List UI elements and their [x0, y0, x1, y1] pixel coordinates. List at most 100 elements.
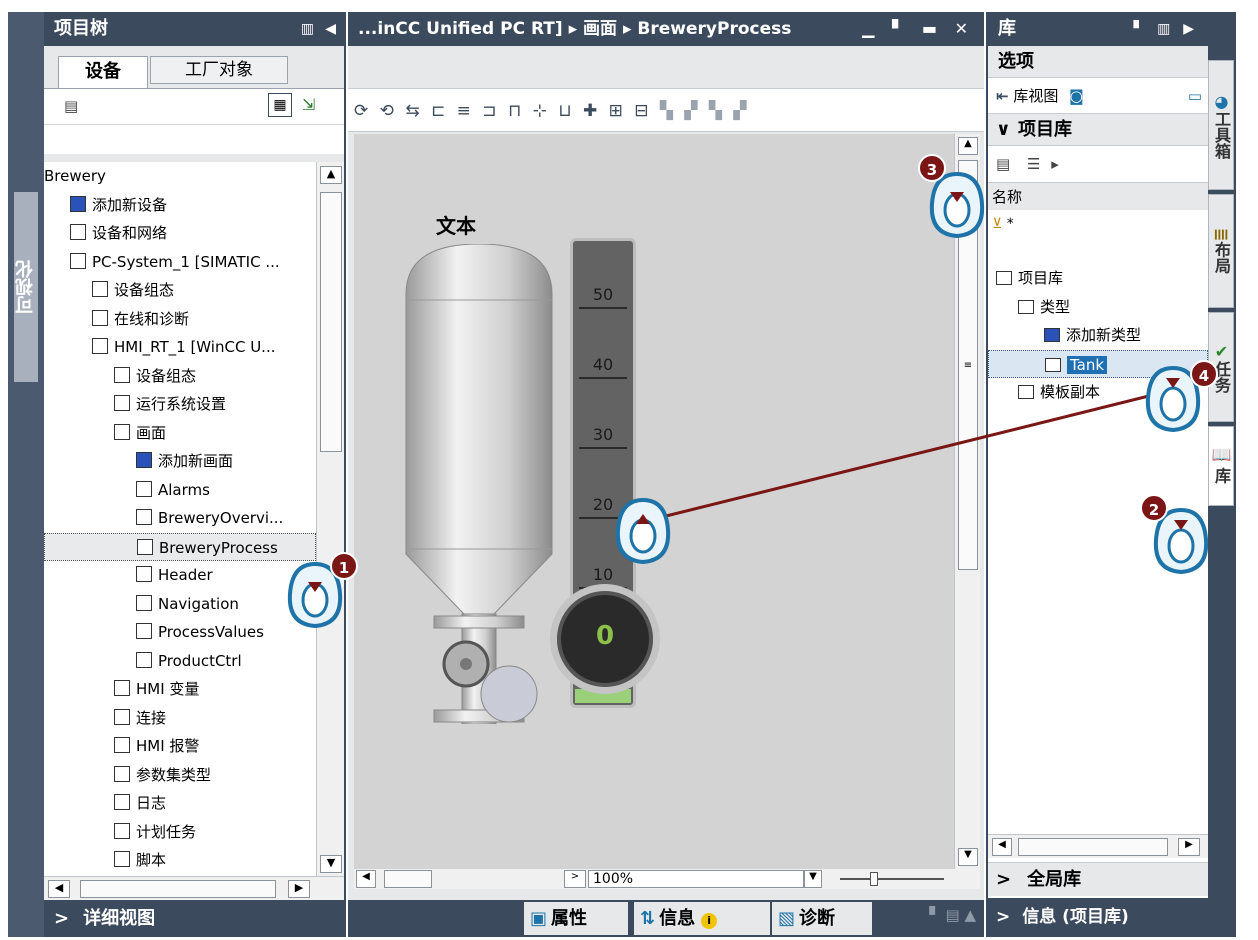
- align-bottom-icon[interactable]: ⊔: [558, 101, 574, 121]
- flip-icon[interactable]: ⇆: [405, 101, 422, 121]
- library-hscroll[interactable]: ◀ ▶: [988, 834, 1208, 858]
- tree-item[interactable]: 画面: [44, 419, 316, 447]
- overview-icon[interactable]: ▦: [268, 93, 292, 117]
- visualization-side-tab[interactable]: 可视化: [8, 12, 44, 937]
- tree-item[interactable]: HMI 变量: [44, 675, 316, 703]
- detail-view-bar[interactable]: > 详细视图: [44, 900, 344, 937]
- tree-item[interactable]: 脚本: [44, 846, 316, 874]
- tree-item[interactable]: 参数集类型: [44, 761, 316, 789]
- lib-scroll-left-icon[interactable]: ◀: [992, 838, 1012, 856]
- align-middle-icon[interactable]: ⊹: [533, 101, 550, 121]
- text-object[interactable]: 文本: [436, 210, 476, 239]
- tree-item[interactable]: 设备和网络: [44, 219, 316, 247]
- scroll-right-icon[interactable]: ▶: [288, 880, 310, 898]
- zoom-select[interactable]: 100%: [588, 870, 804, 888]
- window-controls-icon[interactable]: ▁ ▘ ▬ ✕: [862, 12, 974, 46]
- library-tree-item[interactable]: 类型: [988, 293, 1208, 321]
- tree-horizontal-scrollbar[interactable]: ◀ ▶: [44, 876, 344, 900]
- inspector-controls-icon[interactable]: ▘ ▤ ▲: [929, 906, 976, 924]
- forward-icon[interactable]: ▚: [709, 101, 725, 121]
- library-view-button[interactable]: 库视图: [1013, 87, 1058, 105]
- canvas-scroll-left-icon[interactable]: ◀: [356, 870, 376, 888]
- properties-tab[interactable]: ▣ 属性: [524, 902, 628, 935]
- send-back-icon[interactable]: ▞: [684, 101, 700, 121]
- scroll-up-icon[interactable]: ▲: [320, 166, 342, 184]
- pin-icon[interactable]: ▥: [301, 12, 314, 46]
- filter-row[interactable]: ⊻ *: [988, 210, 1208, 238]
- info-tab[interactable]: ⇅ 信息 i: [634, 902, 770, 935]
- align-center-icon[interactable]: ≡: [457, 101, 474, 121]
- details-toolbar-icon[interactable]: ☰: [1027, 155, 1040, 173]
- rotate-right-icon[interactable]: ⟳: [354, 101, 371, 121]
- tree-item[interactable]: BreweryProcess: [44, 532, 316, 561]
- center-icon[interactable]: ✚: [583, 101, 600, 121]
- canvas-hscroll-thumb[interactable]: [384, 870, 432, 888]
- tree-item[interactable]: Brewery: [44, 162, 316, 190]
- tree-item[interactable]: HMI 报警: [44, 732, 316, 760]
- tree-item[interactable]: ProductCtrl: [44, 647, 316, 675]
- scroll-thumb[interactable]: [320, 192, 342, 452]
- tree-item[interactable]: 在线和诊断: [44, 305, 316, 333]
- lib-hscroll-thumb[interactable]: [1018, 838, 1168, 856]
- project-library-title[interactable]: ∨ 项目库: [988, 114, 1208, 146]
- more-icon[interactable]: ▸: [1051, 155, 1059, 173]
- tree-vertical-scrollbar[interactable]: ▲ ▼: [316, 162, 344, 877]
- rotate-left-icon[interactable]: ⟲: [380, 101, 397, 121]
- tree-item[interactable]: 日志: [44, 789, 316, 817]
- tree-item[interactable]: HMI_RT_1 [WinCC U...: [44, 333, 316, 361]
- filter-icon[interactable]: ⊻: [992, 216, 1002, 232]
- tree-item[interactable]: ProcessValues: [44, 618, 316, 646]
- tree-item[interactable]: PC-System_1 [SIMATIC ...: [44, 248, 316, 276]
- backward-icon[interactable]: ▞: [733, 101, 749, 121]
- tab-layout[interactable]: ≣布局: [1208, 194, 1234, 308]
- panel-layout-icon[interactable]: ▭: [1188, 78, 1202, 114]
- hscroll-thumb[interactable]: [80, 880, 276, 898]
- tree-item[interactable]: Header: [44, 561, 316, 589]
- add-type-toolbar-icon[interactable]: ▤: [996, 155, 1010, 173]
- same-height-icon[interactable]: ⊟: [634, 101, 651, 121]
- alignment-toolbar[interactable]: ⟳ ⟲ ⇆ ⊏ ≡ ⊐ ⊓ ⊹ ⊔ ✚ ⊞ ⊟ ▚ ▞ ▚ ▞: [348, 88, 984, 132]
- add-device-toolbar-icon[interactable]: ▤: [64, 97, 78, 115]
- tree-item[interactable]: 运行系统设置: [44, 390, 316, 418]
- canvas-scroll-up-icon[interactable]: ▲: [958, 137, 978, 155]
- align-left-icon[interactable]: ⊏: [431, 101, 448, 121]
- tree-item[interactable]: 设备组态: [44, 276, 316, 304]
- tab-plant-objects[interactable]: 工厂对象: [150, 56, 288, 84]
- tank-object[interactable]: [404, 244, 554, 724]
- tree-item[interactable]: 计划任务: [44, 818, 316, 846]
- diagnostics-tab[interactable]: ▧ 诊断: [772, 902, 872, 935]
- scroll-down-icon[interactable]: ▼: [320, 855, 342, 873]
- name-column-header[interactable]: 名称: [988, 182, 1208, 210]
- gauge-value-display[interactable]: 0: [550, 584, 660, 694]
- collapse-left-icon[interactable]: ◀: [325, 12, 336, 46]
- zoom-dropdown-icon[interactable]: ▼: [804, 870, 822, 888]
- zoom-expand-icon[interactable]: >: [564, 870, 586, 888]
- bring-front-icon[interactable]: ▚: [660, 101, 676, 121]
- tree-item[interactable]: 连接: [44, 704, 316, 732]
- project-library-collapse-icon[interactable]: ∨: [996, 114, 1011, 146]
- tab-toolbox[interactable]: ◕工具箱: [1208, 60, 1234, 190]
- library-info-bar[interactable]: > 信息 (项目库): [988, 898, 1208, 937]
- zoom-slider-handle[interactable]: [870, 872, 878, 886]
- open-library-icon[interactable]: ◙: [1069, 87, 1084, 105]
- same-width-icon[interactable]: ⊞: [609, 101, 626, 121]
- library-tree-item[interactable]: 添加新类型: [988, 321, 1208, 349]
- tab-libraries[interactable]: 📖库: [1208, 426, 1234, 506]
- scroll-left-icon[interactable]: ◀: [48, 880, 70, 898]
- align-right-icon[interactable]: ⊐: [482, 101, 499, 121]
- tree-item[interactable]: BreweryOvervi...: [44, 504, 316, 532]
- align-top-icon[interactable]: ⊓: [508, 101, 524, 121]
- zoom-slider[interactable]: [840, 878, 944, 880]
- canvas-vertical-scrollbar[interactable]: ▲ ≡ ▼: [954, 134, 980, 869]
- tree-item[interactable]: 设备组态: [44, 362, 316, 390]
- tree-item[interactable]: Alarms: [44, 476, 316, 504]
- export-icon[interactable]: ⇲: [302, 95, 315, 114]
- library-header-controls-icon[interactable]: ▘ ▥ ▶: [1133, 12, 1198, 46]
- tree-item[interactable]: Navigation: [44, 590, 316, 618]
- tree-item[interactable]: 添加新画面: [44, 447, 316, 475]
- tab-devices[interactable]: 设备: [58, 56, 148, 88]
- library-view-icon[interactable]: ⇤: [996, 87, 1009, 105]
- lib-scroll-right-icon[interactable]: ▶: [1178, 838, 1200, 856]
- canvas-scroll-down-icon[interactable]: ▼: [958, 848, 978, 866]
- global-library-bar[interactable]: > 全局库: [988, 862, 1208, 896]
